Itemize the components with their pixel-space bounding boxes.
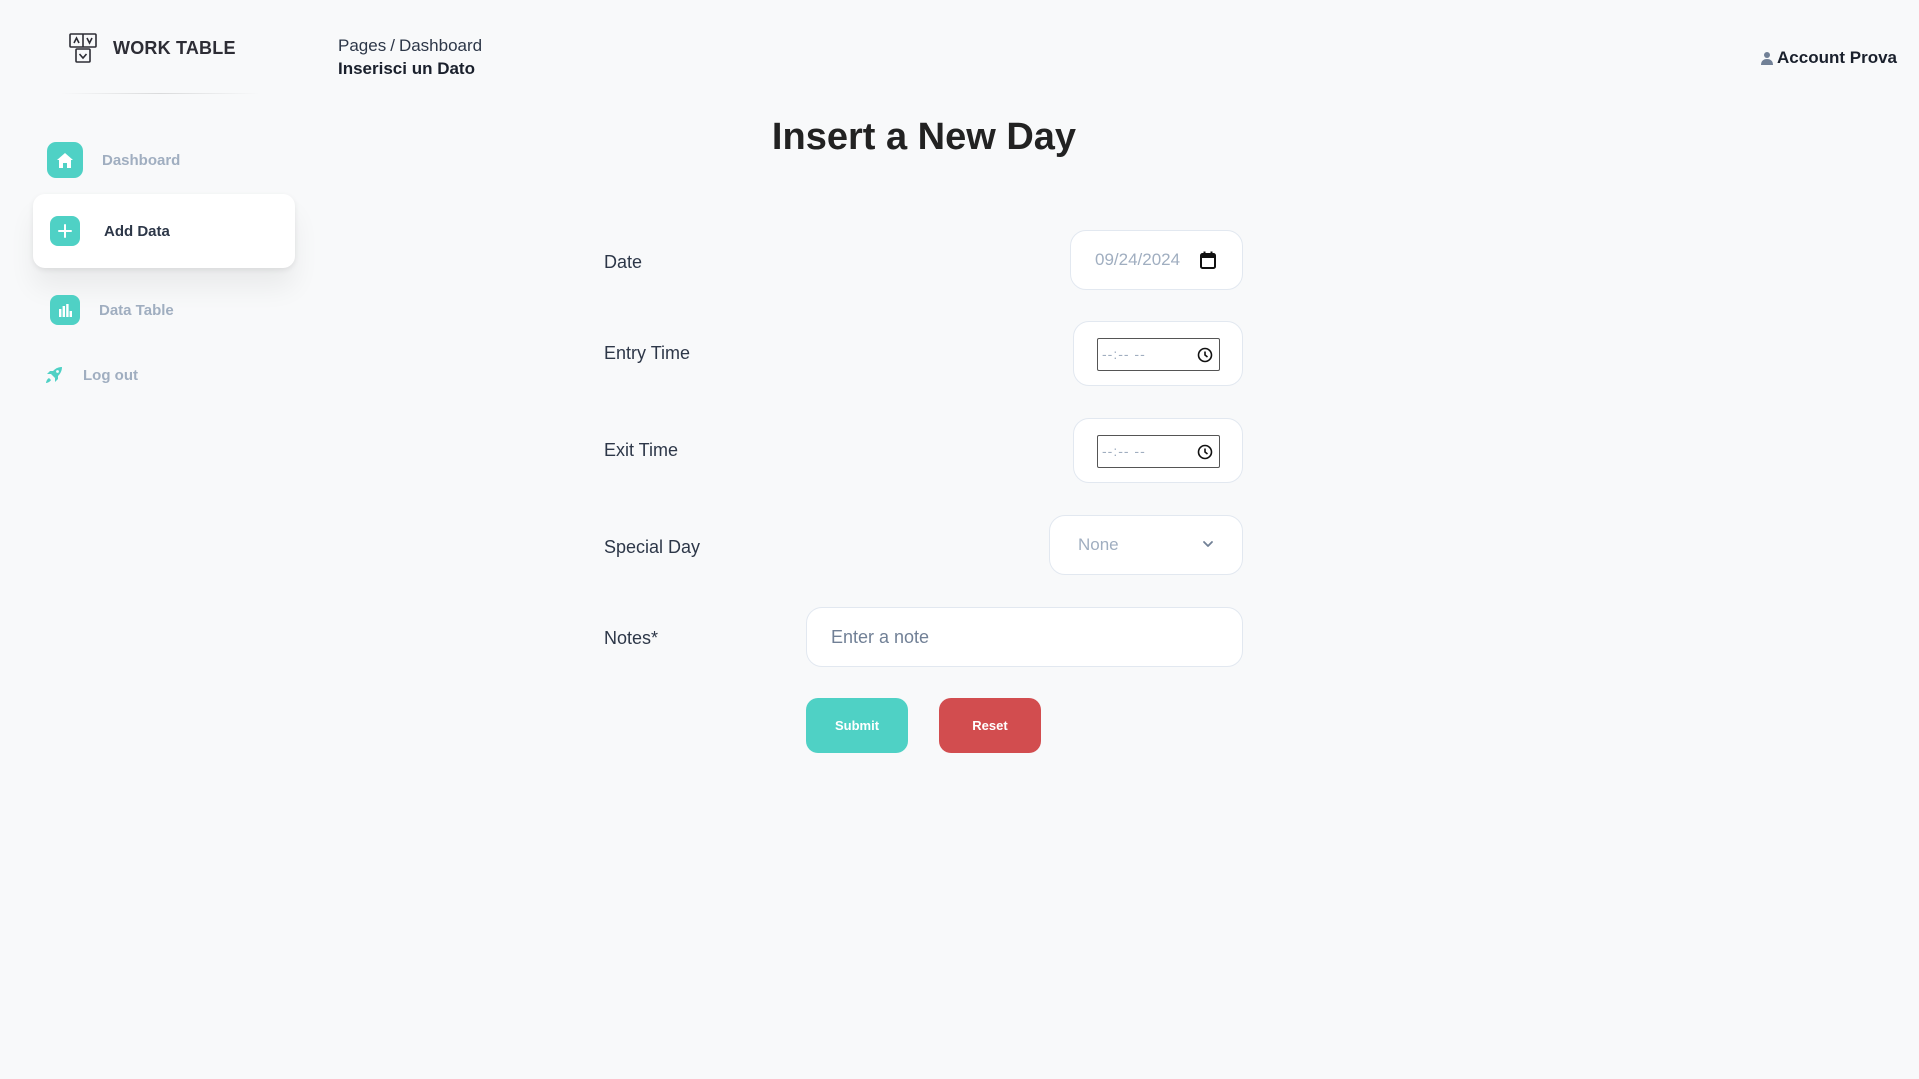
exit-time-placeholder: --:-- -- [1102,443,1146,459]
special-day-label: Special Day [604,537,701,557]
notes-input[interactable] [806,607,1243,667]
date-value: 09/24/2024 [1095,250,1181,269]
notes-label: Notes* [604,628,659,648]
breadcrumb-current: Dashboard [398,36,483,55]
entry-time-wrapper: --:-- -- [1073,321,1243,386]
page-subtitle: Inserisci un Dato [338,59,475,78]
chevron-down-icon [1203,541,1213,547]
sidebar-item-data-table[interactable]: Data Table [33,273,295,347]
exit-time-label: Exit Time [604,440,679,460]
bar-chart-icon [50,295,80,325]
clock-icon[interactable] [1197,444,1213,460]
account-label: Account Prova [1777,48,1897,67]
sidebar-item-dashboard[interactable]: Dashboard [33,123,295,197]
exit-time-wrapper: --:-- -- [1073,418,1243,483]
breadcrumb-root[interactable]: Pages [338,36,386,55]
calendar-icon[interactable] [1200,251,1216,269]
user-icon [1761,52,1774,65]
brand[interactable]: WORK TABLE [69,33,236,63]
date-input[interactable]: 09/24/2024 [1070,230,1243,290]
special-day-value: None [1078,535,1119,554]
entry-time-input[interactable]: --:-- -- [1097,338,1220,371]
sidebar-item-label: Dashboard [102,151,181,169]
sidebar-item-label: Add Data [104,222,170,240]
breadcrumb-separator: / [390,36,395,55]
entry-time-label: Entry Time [604,343,691,363]
brand-divider [60,93,260,94]
special-day-select[interactable]: None [1049,515,1243,575]
page-title: Insert a New Day [771,116,1077,158]
sidebar-item-add-data[interactable]: Add Data [33,194,295,268]
sidebar: WORK TABLE Dashboard Add Data Data Table… [0,0,310,1079]
clock-icon[interactable] [1197,347,1213,363]
exit-time-input[interactable]: --:-- -- [1097,435,1220,468]
sidebar-item-label: Data Table [99,301,174,319]
brand-name: WORK TABLE [113,37,236,58]
plus-circle-icon [50,216,80,246]
account-button[interactable]: Account Prova [1760,48,1897,68]
entry-time-placeholder: --:-- -- [1102,346,1146,362]
logout-label: Log out [83,366,138,384]
date-label: Date [604,252,643,272]
breadcrumb: Pages / Dashboard [338,36,482,56]
rocket-icon [46,367,62,383]
reset-button[interactable]: Reset [939,698,1041,753]
sidebar-item-logout[interactable]: Log out [45,366,138,384]
submit-button[interactable]: Submit [806,698,908,753]
worktable-logo-icon [69,33,97,63]
home-icon [47,142,83,178]
